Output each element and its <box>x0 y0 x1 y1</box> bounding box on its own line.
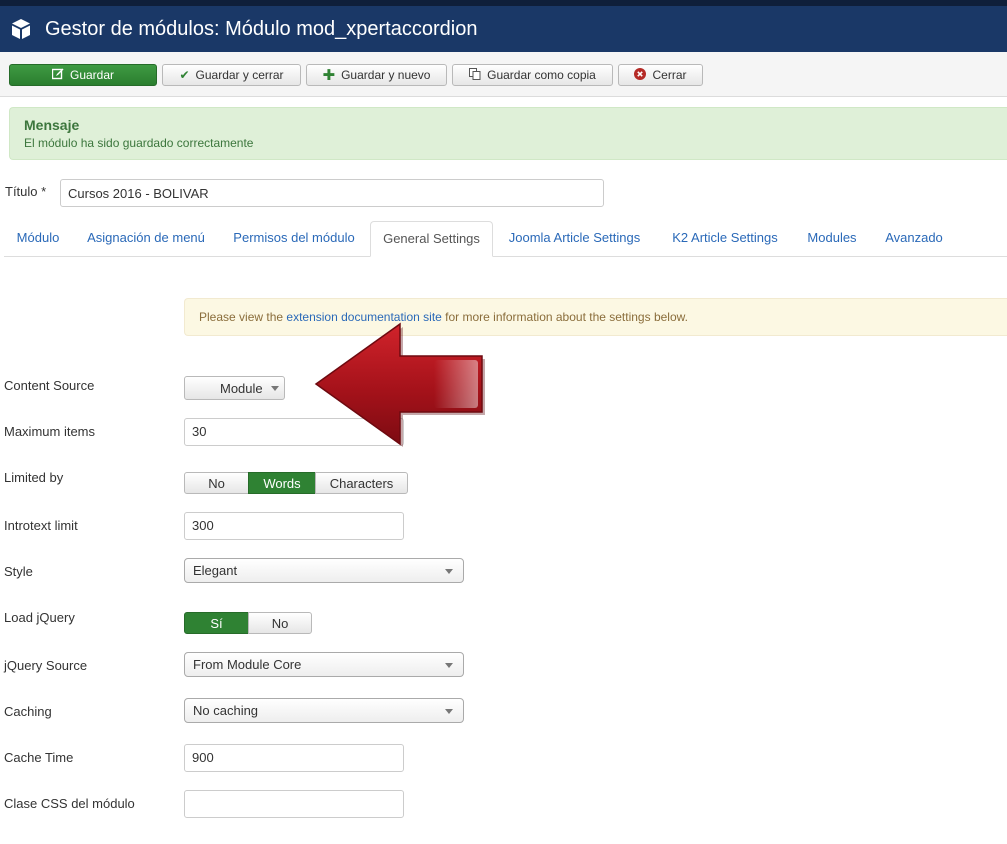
save-button[interactable]: Guardar <box>9 64 157 86</box>
save-new-label: Guardar y nuevo <box>341 68 431 82</box>
style-value: Elegant <box>193 563 238 578</box>
chevron-down-icon <box>445 709 453 714</box>
title-input[interactable] <box>60 179 604 207</box>
save-copy-button[interactable]: Guardar como copia <box>452 64 613 86</box>
close-label: Cerrar <box>652 68 687 82</box>
tab-bar: Módulo Asignación de menú Permisos del m… <box>4 221 1007 257</box>
jquery-source-select[interactable]: From Module Core <box>184 652 464 677</box>
copy-icon <box>469 68 481 82</box>
save-new-button[interactable]: ✚ Guardar y nuevo <box>306 64 447 86</box>
caching-select[interactable]: No caching <box>184 698 464 723</box>
jquery-source-value: From Module Core <box>193 657 302 672</box>
info-notice: Please view the extension documentation … <box>184 298 1007 336</box>
jquery-source-label: jQuery Source <box>4 658 88 673</box>
chevron-down-icon <box>445 569 453 574</box>
save-close-button[interactable]: ✔ Guardar y cerrar <box>162 64 301 86</box>
tab-general-settings[interactable]: General Settings <box>370 221 493 257</box>
css-class-label: Clase CSS del módulo <box>4 796 135 811</box>
cube-icon <box>12 19 30 39</box>
content-source-select[interactable]: Module <box>184 376 285 400</box>
tab-k2-article-settings[interactable]: K2 Article Settings <box>658 221 792 257</box>
message-heading: Mensaje <box>24 117 80 133</box>
content-source-value: Module <box>220 380 263 396</box>
tab-avanzado[interactable]: Avanzado <box>872 221 956 257</box>
message-text: El módulo ha sido guardado correctamente <box>24 136 254 150</box>
limited-by-characters[interactable]: Characters <box>315 472 408 494</box>
tab-permisos[interactable]: Permisos del módulo <box>220 221 368 257</box>
limited-by-words[interactable]: Words <box>248 472 316 494</box>
tab-asignacion-menu[interactable]: Asignación de menú <box>76 221 216 257</box>
tab-joomla-article-settings[interactable]: Joomla Article Settings <box>497 221 652 257</box>
style-label: Style <box>4 564 33 579</box>
limited-by-no[interactable]: No <box>184 472 249 494</box>
limited-by-group: No Words Characters <box>184 472 408 494</box>
style-select[interactable]: Elegant <box>184 558 464 583</box>
max-items-label: Maximum items <box>4 424 96 439</box>
load-jquery-no[interactable]: No <box>248 612 312 634</box>
content-source-label: Content Source <box>4 378 95 393</box>
info-text-before: Please view the <box>199 310 287 324</box>
caching-value: No caching <box>193 703 259 718</box>
save-copy-label: Guardar como copia <box>487 68 596 82</box>
title-label: Título * <box>5 184 47 199</box>
page-header: Gestor de módulos: Módulo mod_xpertaccor… <box>0 6 1007 52</box>
css-class-input[interactable] <box>184 790 404 818</box>
load-jquery-label: Load jQuery <box>4 610 75 625</box>
save-button-label: Guardar <box>69 68 115 82</box>
page-title: Gestor de módulos: Módulo mod_xpertaccor… <box>45 17 478 40</box>
edit-icon <box>51 68 64 82</box>
success-message: Mensaje El módulo ha sido guardado corre… <box>9 107 1007 160</box>
chevron-down-icon <box>445 663 453 668</box>
close-icon <box>634 68 647 82</box>
caching-label: Caching <box>4 704 52 719</box>
cache-time-input[interactable]: 900 <box>184 744 404 772</box>
load-jquery-group: Sí No <box>184 612 312 634</box>
introtext-limit-input[interactable]: 300 <box>184 512 404 540</box>
tab-modulo[interactable]: Módulo <box>4 221 72 257</box>
limited-by-label: Limited by <box>4 470 64 485</box>
tab-modules[interactable]: Modules <box>798 221 866 257</box>
toolbar: Guardar ✔ Guardar y cerrar ✚ Guardar y n… <box>0 52 1007 97</box>
plus-icon: ✚ <box>322 66 336 84</box>
save-close-label: Guardar y cerrar <box>195 68 284 82</box>
close-button[interactable]: Cerrar <box>618 64 703 86</box>
cache-time-label: Cache Time <box>4 750 74 765</box>
red-arrow-annotation <box>314 322 485 447</box>
introtext-limit-label: Introtext limit <box>4 518 78 533</box>
check-icon: ✔ <box>179 68 190 82</box>
chevron-down-icon <box>270 385 279 391</box>
load-jquery-yes[interactable]: Sí <box>184 612 249 634</box>
